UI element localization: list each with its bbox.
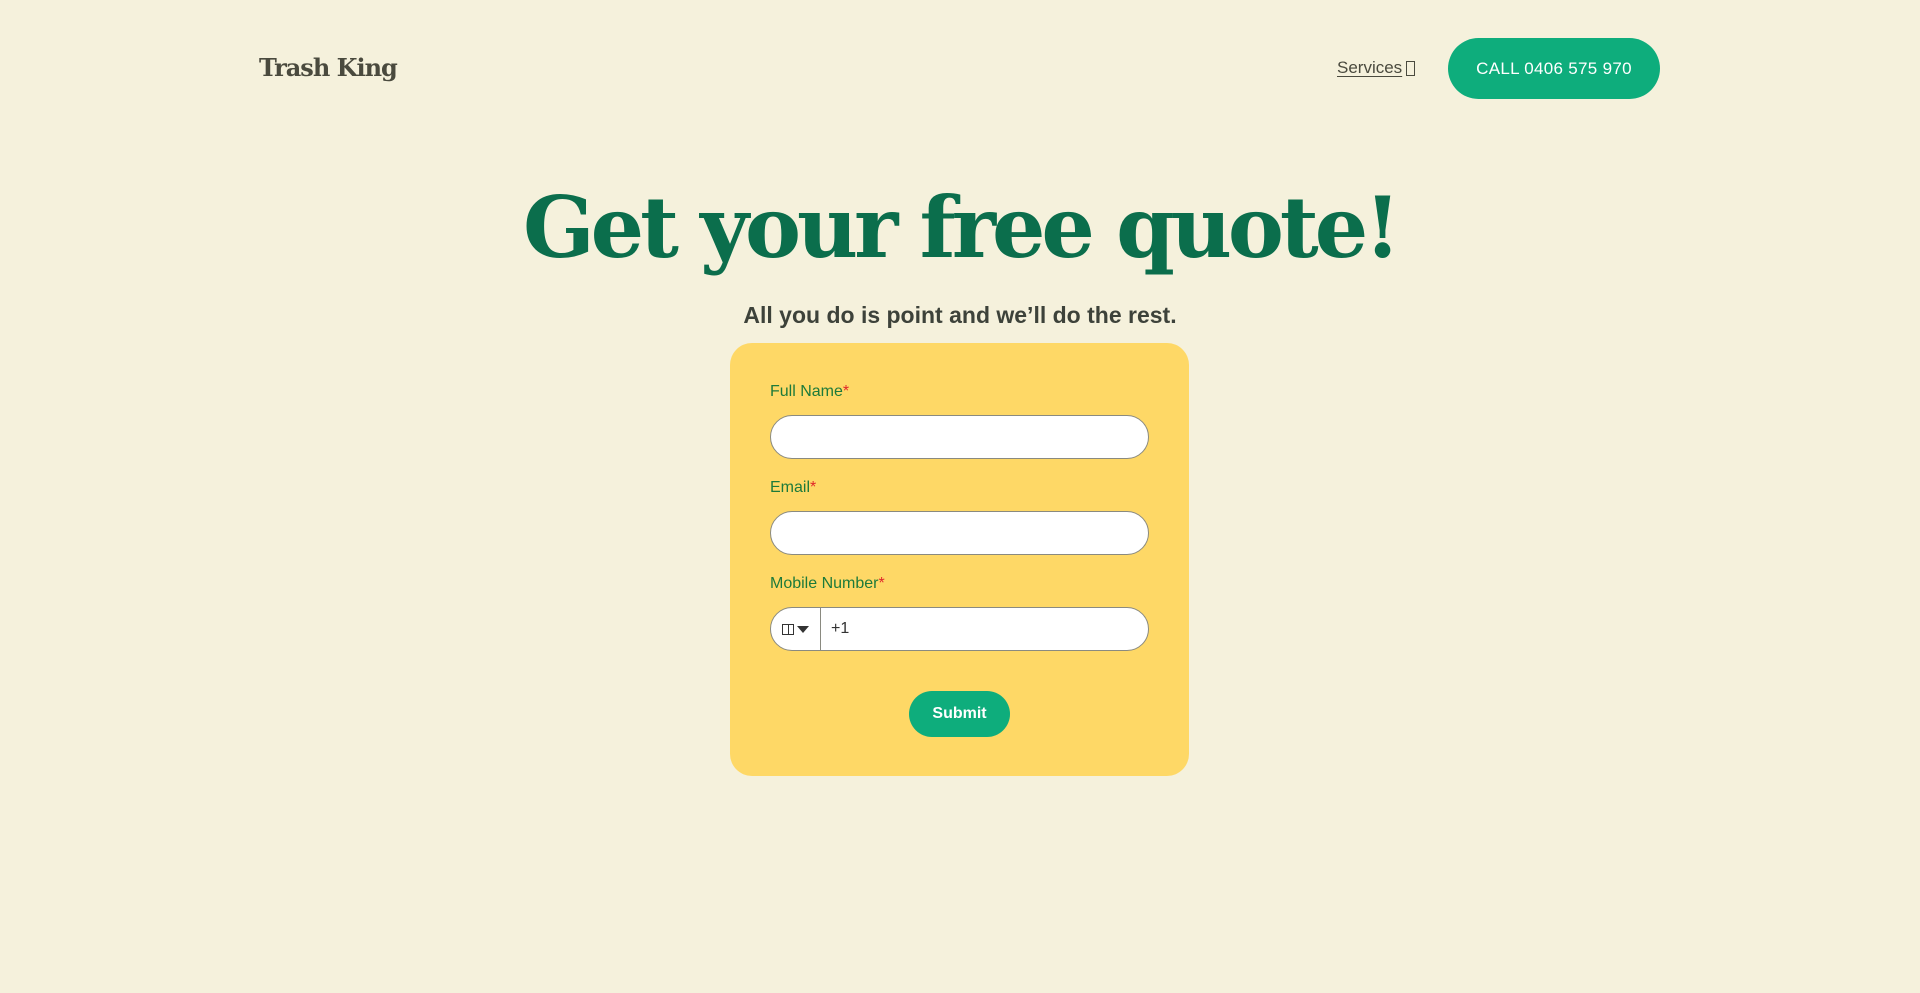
page-subtitle: All you do is point and we’ll do the res… (743, 302, 1177, 328)
site-header: Trash King Services CALL 0406 575 970 (0, 0, 1920, 140)
email-label-text: Email (770, 479, 811, 496)
logo[interactable]: Trash King (259, 53, 398, 82)
country-code-select[interactable] (771, 608, 821, 650)
mobile-number-field (770, 607, 1149, 651)
required-mark: * (810, 479, 817, 496)
mobile-number-label-text: Mobile Number (770, 575, 879, 592)
required-mark: * (878, 575, 885, 592)
nav-services-link[interactable]: Services (1337, 58, 1416, 78)
email-label: Email* (770, 479, 816, 497)
quote-form: Full Name* Email* Mobile Number* Submit (730, 343, 1189, 776)
full-name-label-text: Full Name (770, 383, 843, 400)
mobile-number-label: Mobile Number* (770, 575, 885, 593)
nav-services-label: Services (1337, 58, 1403, 77)
required-mark: * (842, 383, 850, 400)
full-name-label: Full Name* (770, 383, 849, 401)
flag-icon (782, 623, 794, 635)
email-input[interactable] (770, 511, 1149, 555)
external-link-icon (1406, 60, 1416, 76)
chevron-down-icon (797, 625, 809, 633)
page-title: Get your free quote! (522, 178, 1401, 277)
full-name-input[interactable] (770, 415, 1149, 459)
submit-button[interactable]: Submit (909, 691, 1010, 737)
call-button[interactable]: CALL 0406 575 970 (1448, 38, 1660, 99)
mobile-number-input[interactable] (821, 608, 1148, 650)
